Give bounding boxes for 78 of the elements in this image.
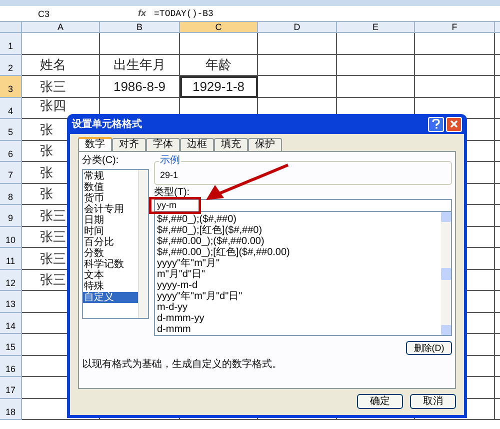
type-field[interactable]: yy-m [154,199,452,212]
column-header[interactable]: B [100,22,180,33]
category-item[interactable]: 自定义 [83,292,138,303]
table-cell[interactable] [258,33,337,54]
row-header[interactable]: 9 [0,205,22,226]
close-icon [450,120,458,128]
format-item[interactable]: yyyy"年"m"月" [157,258,441,269]
table-cell[interactable] [100,33,180,54]
dialog-tab[interactable]: 填充 [214,138,248,151]
format-item[interactable]: yyyy"年"m"月"d"日" [157,291,441,302]
row-header[interactable]: 1 [0,33,22,54]
dialog-tab[interactable]: 字体 [146,138,180,151]
annotation-box [149,197,201,214]
table-cell[interactable] [22,33,100,54]
table-cell[interactable] [415,33,495,54]
dialog-tab[interactable]: 对齐 [112,138,146,151]
delete-button[interactable]: 删除(D) [406,341,452,355]
question-icon [432,119,440,129]
table-cell[interactable]: 年龄 [180,54,258,76]
row-header[interactable]: 15 [0,334,22,356]
table-cell[interactable] [415,54,495,76]
row-header[interactable]: 7 [0,162,22,184]
cancel-button[interactable]: 取消 [410,394,456,409]
row-header[interactable]: 17 [0,377,22,398]
row-header[interactable]: 3 [0,76,22,98]
row-header[interactable]: 12 [0,270,22,291]
table-cell[interactable] [258,54,337,76]
format-item[interactable]: d-mmm [157,324,441,335]
table-cell[interactable] [415,76,495,98]
column-header[interactable]: A [22,22,100,33]
row-header[interactable]: 13 [0,291,22,312]
column-header[interactable]: F [415,22,495,33]
table-cell[interactable] [337,33,415,54]
name-box[interactable]: C3 [0,6,100,20]
dialog-tab[interactable]: 边框 [180,138,214,151]
table-cell[interactable]: 1929-1-8 [180,76,258,98]
scrollbar[interactable] [441,212,451,335]
table-cell[interactable] [337,54,415,76]
row-header[interactable]: 8 [0,184,22,205]
row-header[interactable]: 11 [0,248,22,270]
column-header[interactable]: D [258,22,337,33]
table-cell[interactable]: 姓名 [22,54,100,76]
ok-button[interactable]: 确定 [357,394,403,409]
table-cell[interactable] [337,76,415,98]
row-header[interactable]: 10 [0,226,22,248]
format-item[interactable]: $#,##0_);[红色]($#,##0) [157,225,441,236]
description-text: 以现有格式为基础，生成自定义的数字格式。 [82,359,283,371]
format-item[interactable]: $#,##0.00_);[红色]($#,##0.00) [157,247,441,258]
fx-label[interactable]: fx [138,6,146,20]
format-item[interactable]: m"月"d"日" [157,269,441,280]
format-item[interactable]: m-d-yy [157,302,441,313]
dialog-tab[interactable]: 保护 [248,138,282,151]
table-cell[interactable] [180,33,258,54]
row-header[interactable]: 6 [0,140,22,162]
type-label: 类型(T): [154,187,191,199]
format-item[interactable]: d-mmm-yy [157,313,441,324]
row-header[interactable]: 14 [0,312,22,334]
table-cell[interactable]: 张三 [22,76,100,98]
row-header[interactable]: 18 [0,398,22,420]
formula-field[interactable]: =TODAY()-B3 [154,6,500,20]
sample-label: 示例 [159,155,181,167]
sample-value: 29-1 [160,170,180,181]
row-header[interactable]: 16 [0,356,22,377]
close-button[interactable] [446,116,462,132]
table-cell[interactable]: 1986-8-9 [100,76,180,98]
row-header[interactable]: 2 [0,54,22,76]
help-button[interactable] [428,116,444,132]
column-header[interactable]: C [180,22,258,33]
format-item[interactable]: $#,##0_);($#,##0) [157,214,441,225]
table-cell[interactable]: 出生年月 [100,54,180,76]
format-item[interactable]: yyyy-m-d [157,280,441,291]
table-cell[interactable] [258,76,337,98]
row-header[interactable]: 4 [0,98,22,119]
dialog-tab[interactable]: 数字 [78,137,112,151]
column-header[interactable]: E [337,22,415,33]
format-item[interactable]: $#,##0.00_);($#,##0.00) [157,236,441,247]
row-header[interactable]: 5 [0,119,22,140]
scrollbar[interactable] [138,170,148,318]
